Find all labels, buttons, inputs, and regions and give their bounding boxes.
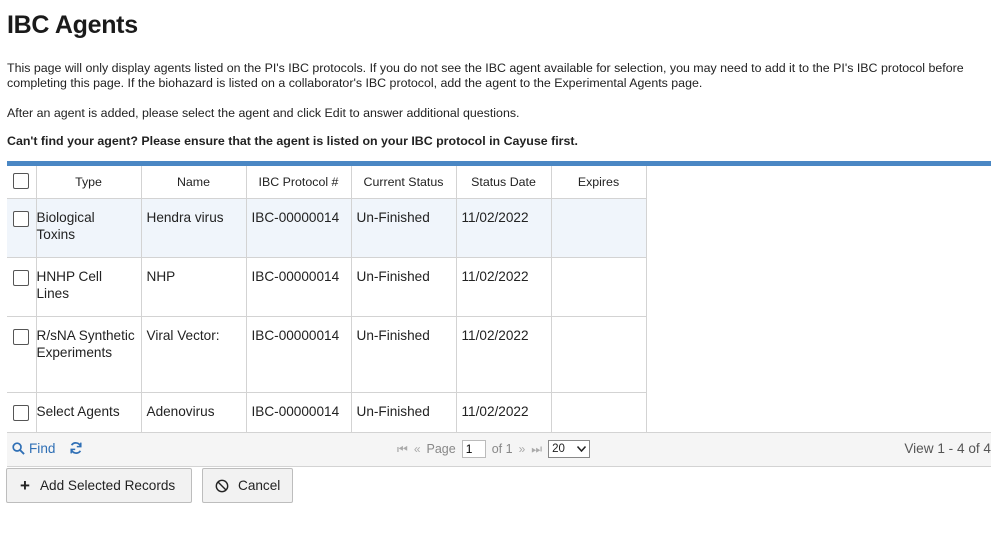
row-checkbox[interactable] [13, 211, 29, 227]
info-paragraph: This page will only display agents liste… [7, 61, 964, 90]
page-size-value: 20 [552, 443, 565, 455]
chevron-down-icon [577, 446, 587, 452]
table-header-row: Type Name IBC Protocol # Current Status … [7, 166, 647, 199]
status-cell: Un-Finished [351, 198, 457, 258]
table-row[interactable]: HNHP Cell Lines NHP IBC-00000014 Un-Fini… [7, 257, 647, 317]
plus-icon: + [20, 476, 30, 495]
expires-cell [551, 198, 647, 258]
help-paragraph: Can't find your agent? Please ensure tha… [7, 134, 578, 148]
type-cell: HNHP Cell Lines [36, 257, 142, 317]
status-cell: Un-Finished [351, 257, 457, 317]
record-count: View 1 - 4 of 4 [904, 441, 991, 456]
last-page-icon[interactable]: ⏭ [531, 442, 542, 457]
status-cell: Un-Finished [351, 316, 457, 393]
cancel-button[interactable]: Cancel [202, 468, 293, 503]
name-cell: NHP [141, 257, 247, 317]
column-header-status[interactable]: Current Status [351, 166, 457, 199]
protocol-cell: IBC-00000014 [246, 257, 352, 317]
page-number-input[interactable] [461, 440, 486, 458]
cancel-icon [215, 479, 229, 492]
page-count-label: of 1 [491, 442, 513, 456]
row-select-cell [7, 198, 37, 258]
agents-grid: Type Name IBC Protocol # Current Status … [7, 161, 991, 470]
expires-cell [551, 257, 647, 317]
search-icon [12, 442, 25, 455]
name-cell: Viral Vector: [141, 316, 247, 393]
select-all-cell [7, 166, 37, 199]
column-header-name[interactable]: Name [141, 166, 247, 199]
first-page-icon[interactable]: ⏮ [397, 442, 408, 457]
refresh-button[interactable] [69, 441, 83, 458]
page-title: IBC Agents [7, 11, 138, 39]
select-all-checkbox[interactable] [13, 172, 29, 189]
cancel-button-label: Cancel [238, 478, 281, 493]
row-checkbox[interactable] [13, 329, 29, 345]
column-header-type[interactable]: Type [36, 166, 142, 199]
page-size-select[interactable]: 20 [548, 440, 591, 458]
page-label: Page [426, 442, 456, 456]
add-button-label: Add Selected Records [39, 478, 176, 493]
type-cell: R/sNA Synthetic Experiments [36, 316, 142, 393]
column-header-expires[interactable]: Expires [551, 166, 647, 199]
status-date-cell: 11/02/2022 [456, 257, 552, 317]
column-header-status-date[interactable]: Status Date [456, 166, 552, 199]
table-row[interactable]: R/sNA Synthetic Experiments Viral Vector… [7, 316, 647, 393]
row-checkbox[interactable] [13, 405, 29, 421]
find-button[interactable]: Find [12, 441, 55, 456]
expires-cell [551, 316, 647, 393]
refresh-icon [70, 442, 82, 454]
prev-page-icon[interactable]: « [414, 442, 421, 456]
add-selected-records-button[interactable]: + Add Selected Records [6, 468, 192, 503]
page-navigation: ⏮ « Page of 1 » ⏭ 20 [397, 440, 591, 458]
row-select-cell [7, 316, 37, 393]
name-cell: Hendra virus [141, 198, 247, 258]
status-date-cell: 11/02/2022 [456, 198, 552, 258]
status-date-cell: 11/02/2022 [456, 316, 552, 393]
grid-pager: Find ⏮ « Page of 1 » ⏭ 20 View 1 - 4 of … [7, 432, 991, 467]
type-cell: Biological Toxins [36, 198, 142, 258]
next-page-icon[interactable]: » [519, 442, 526, 456]
instruction-paragraph: After an agent is added, please select t… [7, 106, 520, 120]
table-row[interactable]: Biological Toxins Hendra virus IBC-00000… [7, 198, 647, 258]
row-checkbox[interactable] [13, 270, 29, 286]
column-header-protocol[interactable]: IBC Protocol # [246, 166, 352, 199]
protocol-cell: IBC-00000014 [246, 316, 352, 393]
find-label: Find [29, 441, 56, 456]
agents-table: Type Name IBC Protocol # Current Status … [7, 166, 647, 441]
row-select-cell [7, 257, 37, 317]
protocol-cell: IBC-00000014 [246, 198, 352, 258]
